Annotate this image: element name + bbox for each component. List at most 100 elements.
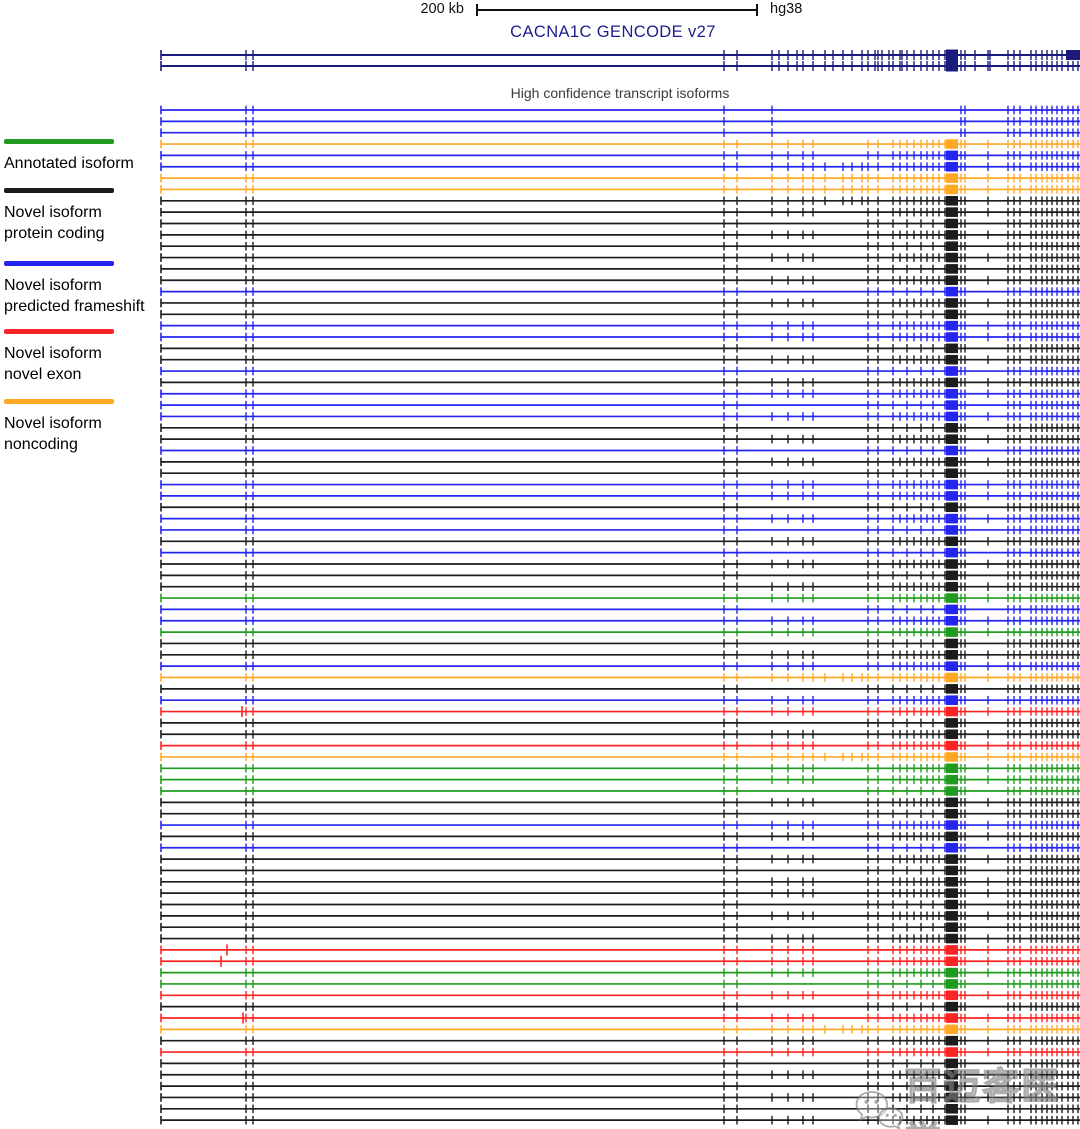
- exon-block: [946, 162, 958, 172]
- exon-block: [946, 888, 958, 898]
- watermark: 百迈客医学: [852, 1056, 1080, 1129]
- exon-block: [946, 764, 958, 774]
- isoform-row: [161, 502, 1080, 512]
- exon-block: [946, 412, 958, 422]
- isoform-row: [161, 832, 1080, 842]
- exon-block: [946, 695, 958, 705]
- isoform-row: [161, 922, 1080, 932]
- isoform-row: [161, 684, 1080, 694]
- exon-block: [946, 729, 958, 739]
- exon-block: [946, 843, 958, 853]
- isoform-row: [161, 275, 1080, 285]
- exon-block: [946, 173, 958, 183]
- isoform-row: [161, 355, 1080, 365]
- isoform-row: [161, 593, 1080, 603]
- isoform-row: [161, 400, 1080, 410]
- exon-block: [946, 571, 958, 581]
- exon-block: [946, 956, 958, 966]
- exon-block: [946, 707, 958, 717]
- isoform-row: [161, 627, 1080, 637]
- exon-block: [946, 196, 958, 206]
- isoform-row: [161, 661, 1080, 671]
- isoform-row: [161, 650, 1080, 660]
- exon-block: [946, 332, 958, 342]
- exon-block: [946, 593, 958, 603]
- isoform-row: [161, 321, 1080, 331]
- exon-block: [946, 911, 958, 921]
- exon-block: [946, 446, 958, 456]
- wechat-bubbles-icon: [852, 1084, 904, 1129]
- exon-block: [946, 616, 958, 626]
- exon-block: [946, 185, 958, 195]
- exon-block: [946, 61, 958, 72]
- exon-block: [946, 661, 958, 671]
- isoform-row: [161, 752, 1080, 762]
- isoform-row: [161, 128, 1080, 137]
- exon-block: [946, 355, 958, 365]
- isoform-row: [161, 991, 1080, 1001]
- isoform-row: [161, 843, 1080, 853]
- exon-block: [946, 344, 958, 354]
- exon-block: [946, 434, 958, 444]
- exon-block: [946, 548, 958, 558]
- isoform-row: [161, 491, 1080, 501]
- exon-block: [946, 866, 958, 876]
- exon-block: [946, 389, 958, 399]
- isoform-row: [161, 582, 1080, 592]
- isoform-row: [161, 548, 1080, 558]
- isoform-row: [161, 605, 1080, 615]
- exon-block: [946, 525, 958, 535]
- exon-block: [946, 207, 958, 217]
- exon-block: [946, 219, 958, 229]
- isoform-row: [161, 639, 1080, 649]
- isoform-row: [161, 809, 1080, 819]
- exon-block: [946, 457, 958, 467]
- exon-block: [946, 264, 958, 274]
- isoform-row: [161, 230, 1080, 240]
- isoform-row: [161, 764, 1080, 774]
- isoform-row: [161, 786, 1080, 796]
- isoform-row: [161, 571, 1080, 581]
- isoform-row: [161, 310, 1080, 320]
- isoform-tracks-plot: [0, 0, 1080, 1129]
- isoform-row: [161, 706, 1080, 717]
- exon-block: [946, 423, 958, 433]
- exon-block: [946, 775, 958, 785]
- isoform-row: [161, 298, 1080, 308]
- exon-block: [946, 491, 958, 501]
- exon-block: [946, 1002, 958, 1012]
- isoform-row: [161, 1013, 1080, 1024]
- exon-block: [946, 514, 958, 524]
- isoform-row: [161, 468, 1080, 478]
- exon-block: [946, 582, 958, 592]
- isoform-row: [161, 968, 1080, 978]
- isoform-row: [161, 378, 1080, 388]
- isoform-row: [161, 559, 1080, 569]
- isoform-row: [161, 162, 1080, 172]
- exon-block: [946, 968, 958, 978]
- isoform-row: [161, 1036, 1080, 1046]
- exon-block: [946, 1013, 958, 1023]
- isoform-row: [161, 911, 1080, 921]
- isoform-row: [161, 434, 1080, 444]
- isoform-row: [161, 944, 1080, 955]
- figure-canvas: 200 kb hg38 CACNA1C GENCODE v27 High con…: [0, 0, 1080, 1129]
- isoform-row: [161, 253, 1080, 263]
- isoform-row: [161, 798, 1080, 808]
- exon-block: [946, 945, 958, 955]
- isoform-row: [161, 934, 1080, 944]
- exon-block: [946, 321, 958, 331]
- isoform-row: [161, 219, 1080, 229]
- exon-block: [946, 253, 958, 263]
- isoform-row: [161, 196, 1080, 206]
- three-prime-block: [1066, 50, 1080, 60]
- isoform-row: [161, 854, 1080, 864]
- isoform-row: [161, 389, 1080, 399]
- isoform-row: [161, 1025, 1080, 1035]
- isoform-row: [161, 979, 1080, 989]
- exon-block: [946, 480, 958, 490]
- exon-block: [946, 684, 958, 694]
- exon-block: [946, 979, 958, 989]
- isoform-row: [161, 866, 1080, 876]
- isoform-row: [161, 900, 1080, 910]
